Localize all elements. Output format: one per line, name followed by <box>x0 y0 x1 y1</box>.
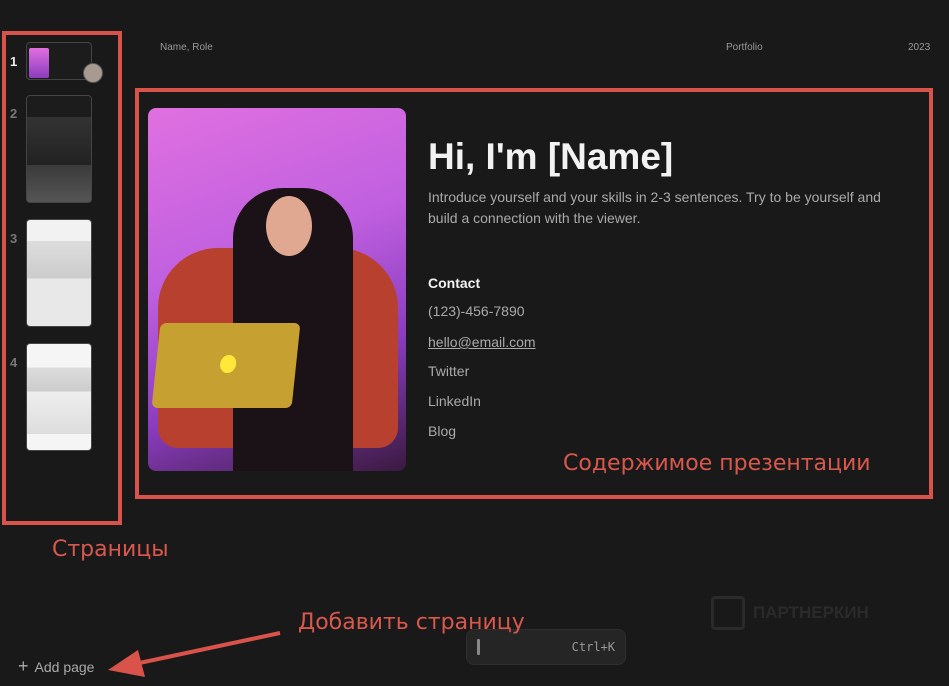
add-page-label: Add page <box>34 659 95 675</box>
annotation-add-page-label: Добавить страницу <box>298 610 525 635</box>
annotation-content-label: Содержимое презентации <box>563 451 871 476</box>
plus-icon: + <box>18 656 29 676</box>
header-name-role: Name, Role <box>160 42 213 53</box>
shortcut-hint: Ctrl+K <box>571 640 615 654</box>
annotation-pages-box <box>2 31 122 525</box>
text-cursor <box>477 639 480 655</box>
header-portfolio: Portfolio <box>726 42 763 53</box>
watermark: ПАРТНЕРКИН <box>711 596 869 630</box>
annotation-arrow-icon <box>108 631 281 677</box>
annotation-content-box <box>135 88 933 499</box>
annotation-pages-label: Страницы <box>52 537 169 562</box>
header-year: 2023 <box>908 42 931 53</box>
watermark-logo-icon <box>711 596 745 630</box>
add-page-button[interactable]: + Add page <box>18 656 94 677</box>
